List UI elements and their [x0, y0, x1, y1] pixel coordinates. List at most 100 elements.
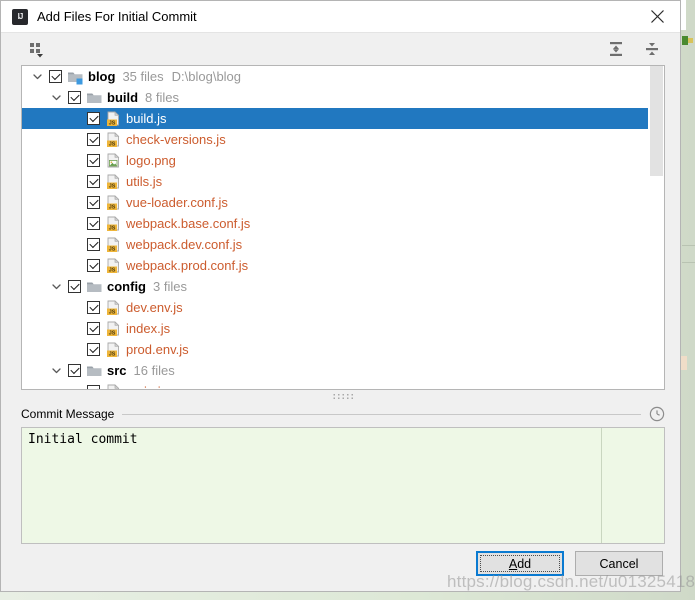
- tree-row-name: blog: [88, 69, 116, 84]
- tree-row-name: vue-loader.conf.js: [126, 195, 228, 210]
- tree-row[interactable]: JS webpack.base.conf.js: [22, 213, 650, 234]
- row-checkbox[interactable]: [87, 238, 100, 251]
- tree-vertical-scrollbar[interactable]: [648, 66, 664, 389]
- svg-text:JS: JS: [109, 351, 116, 357]
- tree-row[interactable]: JS webpack.prod.conf.js: [22, 255, 650, 276]
- folder-icon: [86, 279, 103, 295]
- commit-header-divider: [122, 413, 641, 415]
- tree-row[interactable]: JS build.js: [22, 108, 650, 129]
- row-checkbox[interactable]: [87, 217, 100, 230]
- row-checkbox[interactable]: [68, 280, 81, 293]
- commit-message-header: Commit Message: [21, 406, 665, 422]
- js-file-icon: JS: [105, 236, 122, 253]
- group-by-icon[interactable]: [27, 39, 47, 59]
- js-file-icon: JS: [105, 173, 122, 190]
- tree-row[interactable]: JS index.js: [22, 318, 650, 339]
- tree-rows-container: blog 35 files D:\blog\blog build 8 files JS bu…: [22, 66, 650, 389]
- row-checkbox[interactable]: [68, 91, 81, 104]
- svg-text:JS: JS: [109, 141, 116, 147]
- row-checkbox[interactable]: [87, 133, 100, 146]
- tree-row-name: index.js: [126, 321, 171, 336]
- tree-scrollbar-thumb[interactable]: [650, 66, 663, 176]
- js-file-icon: JS: [105, 341, 122, 358]
- clock-history-icon[interactable]: [649, 406, 665, 422]
- tree-row-name: config: [107, 279, 146, 294]
- tree-row-name: utils.js: [126, 174, 163, 189]
- tree-row[interactable]: JS check-versions.js: [22, 129, 650, 150]
- row-checkbox[interactable]: [68, 364, 81, 377]
- close-icon[interactable]: [635, 1, 680, 32]
- row-checkbox[interactable]: [49, 70, 62, 83]
- add-files-dialog: Add Files For Initial Commit: [0, 0, 681, 592]
- collapse-all-icon[interactable]: [642, 39, 662, 59]
- image-file-icon: [105, 152, 122, 169]
- tree-row-name: webpack.prod.conf.js: [126, 258, 249, 273]
- tree-row-name: webpack.dev.conf.js: [126, 237, 243, 252]
- chevron-down-icon[interactable]: [49, 87, 63, 108]
- tree-row[interactable]: JS dev.env.js: [22, 297, 650, 318]
- tree-row-file-count: 35 files: [122, 69, 164, 84]
- row-checkbox[interactable]: [87, 322, 100, 335]
- tree-row-name: build.js: [126, 111, 167, 126]
- tree-row[interactable]: build 8 files: [22, 87, 650, 108]
- tree-row[interactable]: JS utils.js: [22, 171, 650, 192]
- expand-all-icon[interactable]: [606, 39, 626, 59]
- tree-row-file-count: 3 files: [153, 279, 187, 294]
- ide-divider-bottom: [682, 262, 695, 263]
- cancel-button[interactable]: Cancel: [575, 551, 663, 576]
- tree-row[interactable]: src 16 files: [22, 360, 650, 381]
- add-button[interactable]: Add: [476, 551, 564, 576]
- tree-row-name: logo.png: [126, 153, 176, 168]
- js-file-icon: JS: [105, 383, 122, 389]
- tree-row[interactable]: logo.png: [22, 150, 650, 171]
- svg-text:JS: JS: [109, 330, 116, 336]
- js-file-icon: JS: [105, 110, 122, 127]
- tree-row-name: build: [107, 90, 139, 105]
- splitter-grip-icon: [332, 393, 354, 400]
- chevron-down-icon[interactable]: [30, 66, 44, 87]
- ide-warning-icon: [688, 38, 693, 43]
- panel-splitter[interactable]: [21, 391, 665, 401]
- tree-row[interactable]: JS webpack.dev.conf.js: [22, 234, 650, 255]
- js-file-icon: JS: [105, 257, 122, 274]
- tree-row-name: prod.env.js: [126, 342, 189, 357]
- svg-text:JS: JS: [109, 183, 116, 189]
- row-checkbox[interactable]: [87, 385, 100, 389]
- commit-message-label: Commit Message: [21, 407, 115, 421]
- folder-icon: [86, 90, 103, 106]
- row-checkbox[interactable]: [87, 196, 100, 209]
- tree-row-path: D:\blog\blog: [171, 69, 242, 84]
- tree-row[interactable]: config 3 files: [22, 276, 650, 297]
- js-file-icon: JS: [105, 131, 122, 148]
- tree-row[interactable]: JS prod.env.js: [22, 339, 650, 360]
- tree-row[interactable]: blog 35 files D:\blog\blog: [22, 66, 650, 87]
- dialog-titlebar: Add Files For Initial Commit: [1, 1, 680, 33]
- screen: Add Files For Initial Commit: [0, 0, 695, 600]
- row-checkbox[interactable]: [87, 154, 100, 167]
- intellij-idea-icon: [12, 8, 28, 25]
- row-checkbox[interactable]: [87, 301, 100, 314]
- chevron-down-icon[interactable]: [49, 276, 63, 297]
- tree-row[interactable]: JS main.js: [22, 381, 650, 389]
- tree-row[interactable]: JS vue-loader.conf.js: [22, 192, 650, 213]
- ide-marker: [681, 356, 687, 370]
- row-checkbox[interactable]: [87, 343, 100, 356]
- file-tree[interactable]: blog 35 files D:\blog\blog build 8 files JS bu…: [21, 65, 665, 390]
- commit-message-input[interactable]: Initial commit: [21, 427, 665, 544]
- row-checkbox[interactable]: [87, 259, 100, 272]
- svg-text:JS: JS: [109, 246, 116, 252]
- tree-row-file-count: 16 files: [133, 363, 175, 378]
- chevron-down-icon[interactable]: [49, 360, 63, 381]
- row-checkbox[interactable]: [87, 175, 100, 188]
- tree-row-file-count: 8 files: [145, 90, 180, 105]
- row-checkbox[interactable]: [87, 112, 100, 125]
